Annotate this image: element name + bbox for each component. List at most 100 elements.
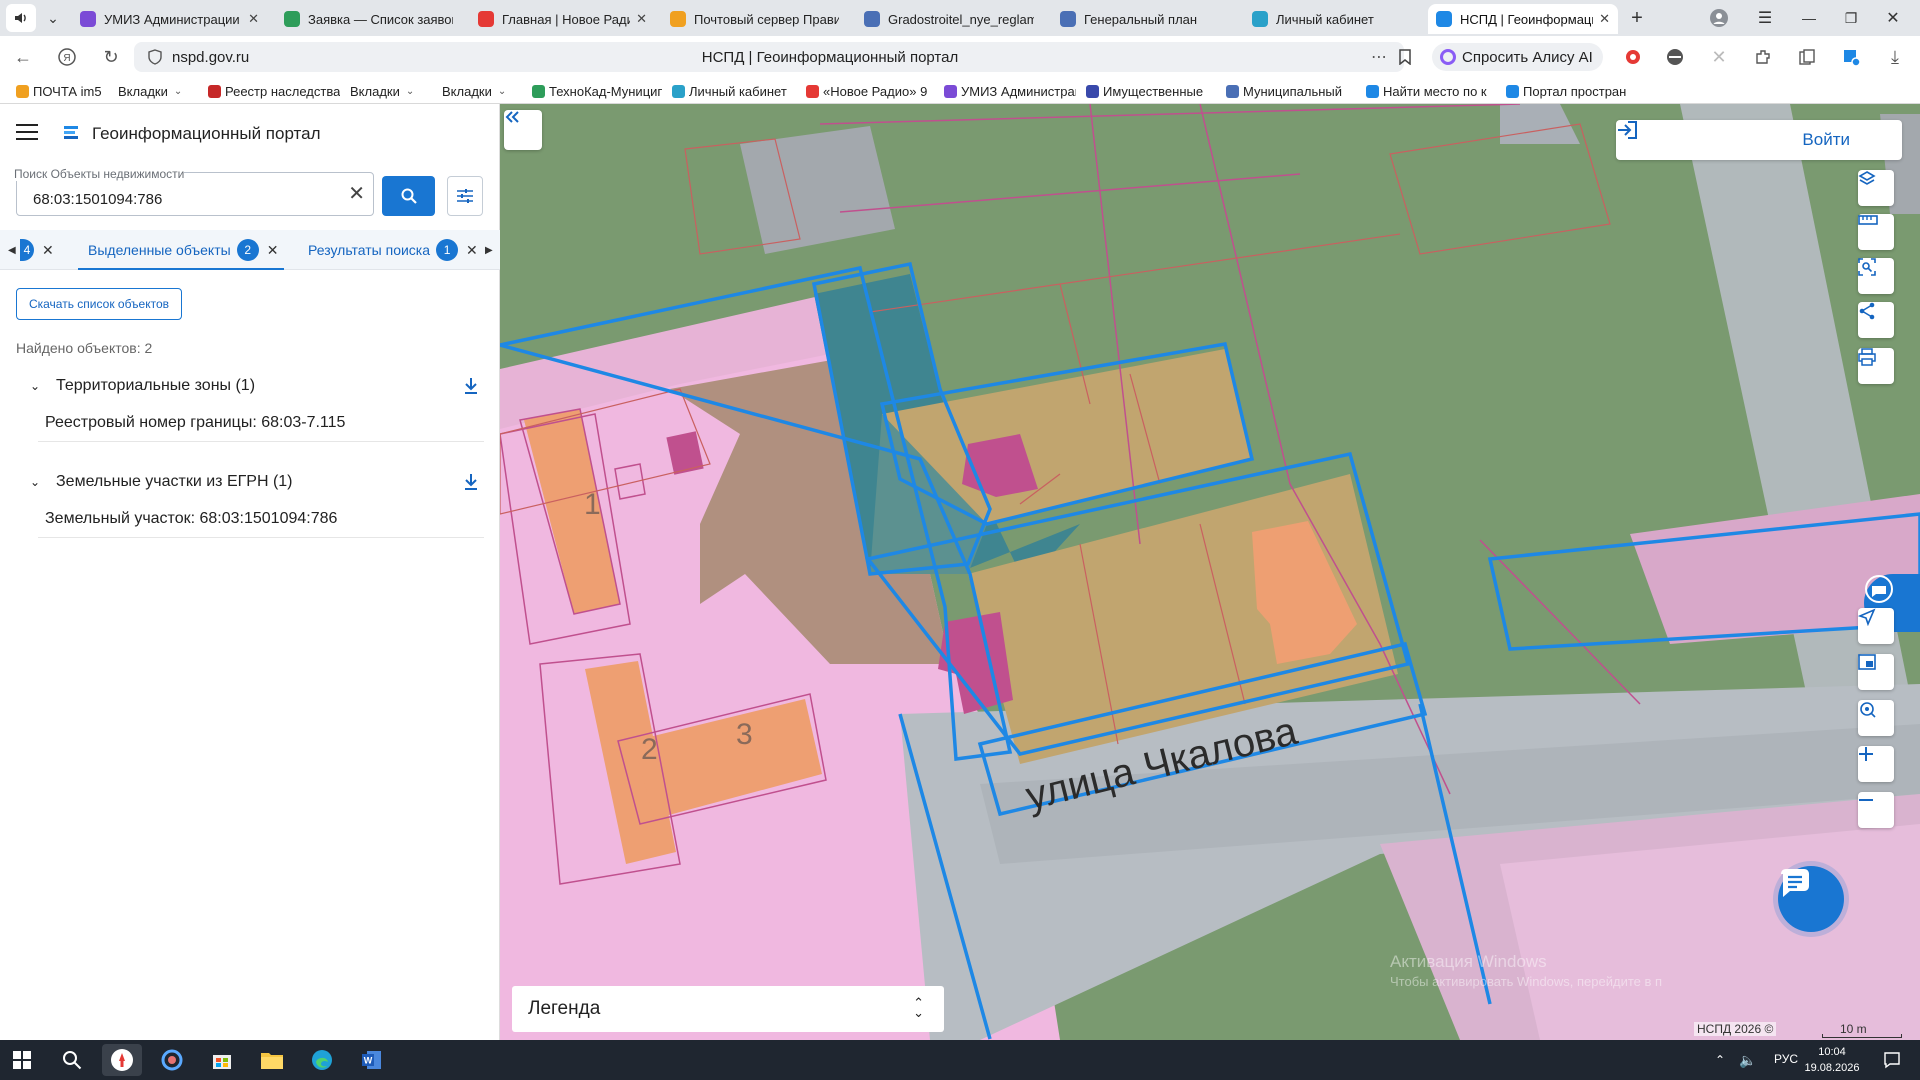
notifications-icon[interactable] [1872, 1044, 1912, 1076]
bookmark-item[interactable]: Личный кабинет [672, 82, 794, 100]
tab-selected-objects[interactable]: Выделенные объекты 2 ✕ [88, 230, 278, 270]
app-circle-icon[interactable] [152, 1044, 192, 1076]
close-window-icon[interactable]: ✕ [1880, 4, 1906, 32]
bookmark-item[interactable]: «Новое Радио» 9 [806, 82, 932, 100]
legend-panel[interactable]: Легенда ⌃ ⌄ [512, 986, 944, 1032]
ask-alice-button[interactable]: Спросить Алису AI [1432, 43, 1603, 71]
menu-icon[interactable] [16, 124, 38, 142]
tray-chevron-up-icon[interactable]: ⌃ [1710, 1044, 1730, 1076]
windows-start-icon[interactable] [2, 1044, 42, 1076]
extension-disabled-icon[interactable]: ✕ [1706, 44, 1732, 70]
speaker-icon[interactable] [6, 4, 36, 32]
browser-tab[interactable]: НСПД | Геоинформационный ✕ [1428, 4, 1618, 34]
minimize-icon[interactable]: — [1796, 4, 1822, 32]
bookmark-folder[interactable]: Вкладки ⌄ [118, 82, 198, 100]
bookmark-item[interactable]: ПОЧТА im5 [16, 82, 106, 100]
geo-search-button[interactable] [1858, 700, 1894, 736]
tab-search-results-badge: 1 [436, 239, 459, 261]
close-tab-icon[interactable]: ✕ [248, 11, 259, 27]
ruler-button[interactable] [1858, 214, 1894, 250]
group-land-plots[interactable]: ⌄ Земельные участки из ЕГРН (1) [30, 470, 480, 494]
list-item[interactable]: Реестровый номер границы: 68:03-7.115 [38, 404, 484, 442]
download-manager-icon[interactable] [1838, 44, 1864, 70]
tab-search-results[interactable]: Результаты поиска 1 ✕ [308, 230, 478, 270]
yandex-browser-icon[interactable] [102, 1044, 142, 1076]
volume-icon[interactable]: 🔈 [1736, 1044, 1760, 1076]
url-text[interactable]: nspd.gov.ru [172, 49, 249, 66]
browser-tab[interactable]: Генеральный план [1052, 4, 1237, 34]
group-territorial-zones[interactable]: ⌄ Территориальные зоны (1) [30, 374, 480, 398]
bookmark-item[interactable]: Муниципальный [1226, 82, 1354, 100]
browser-tab[interactable]: Личный кабинет [1244, 4, 1419, 34]
search-area-button[interactable] [1858, 258, 1894, 294]
edge-icon[interactable] [302, 1044, 342, 1076]
filter-button[interactable] [447, 176, 483, 216]
login-button[interactable]: Войти [1616, 120, 1902, 160]
extension-shield-icon[interactable] [1662, 44, 1688, 70]
close-tab-icon[interactable]: ✕ [42, 242, 54, 259]
expand-collapse-icon[interactable]: ⌃ ⌄ [913, 996, 924, 1019]
bookmark-folder[interactable]: Вкладки ⌄ [442, 82, 522, 100]
site-info-icon[interactable] [142, 44, 168, 70]
tab-list-chevron-icon[interactable]: ⌄ [42, 4, 64, 32]
yandex-icon[interactable]: Я [54, 44, 80, 70]
chevron-down-icon[interactable]: ⌄ [30, 475, 46, 489]
close-tab-icon[interactable]: ✕ [636, 11, 647, 27]
search-button[interactable] [382, 176, 435, 216]
clock[interactable]: 10:04 19.08.2026 [1782, 1044, 1882, 1076]
back-icon[interactable]: ← [10, 44, 36, 70]
bookmark-item[interactable]: ТехноКад-Муниципалитет [532, 82, 662, 100]
map-canvas[interactable]: 1 2 3 улица Чкалова Войти Легенда ⌃ ⌄ Ак… [500, 104, 1920, 1040]
download-icon[interactable] [462, 472, 480, 492]
bookmark-favicon-icon [1226, 84, 1239, 98]
browser-tab[interactable]: Главная | Новое Радио ✕ [470, 4, 655, 34]
list-item[interactable]: Земельный участок: 68:03:1501094:786 [38, 500, 484, 538]
browser-tab[interactable]: УМИЗ Администрации ✕ [72, 4, 267, 34]
profile-avatar[interactable] [1706, 4, 1732, 32]
store-icon[interactable] [202, 1044, 242, 1076]
chat-button[interactable] [1778, 866, 1844, 932]
print-button[interactable] [1858, 348, 1894, 384]
collections-icon[interactable] [1794, 44, 1820, 70]
download-icon[interactable] [462, 376, 480, 396]
download-list-button[interactable]: Скачать список объектов [16, 288, 182, 320]
bookmark-item[interactable]: Найти место по к [1366, 82, 1494, 100]
tabs-scroll-left-icon[interactable]: ◀ [8, 230, 16, 270]
bookmark-item[interactable]: Реестр наследства [208, 82, 340, 100]
zoom-out-button[interactable] [1858, 792, 1894, 828]
search-icon[interactable] [52, 1044, 92, 1076]
chevron-down-icon[interactable]: ⌄ [30, 379, 46, 393]
clear-search-icon[interactable]: ✕ [348, 184, 365, 204]
bookmark-folder[interactable]: Вкладки ⌄ [350, 82, 430, 100]
search-input-value[interactable]: 68:03:1501094:786 [33, 191, 162, 208]
share-button[interactable] [1858, 302, 1894, 338]
browser-tab[interactable]: Gradostroitel_nye_reglamenty [856, 4, 1042, 34]
bookmark-item[interactable]: УМИЗ Администрации [944, 82, 1076, 100]
bookmark-item[interactable]: Имущественные [1086, 82, 1214, 100]
layers-button[interactable] [1858, 170, 1894, 206]
browser-tab[interactable]: Заявка — Список заявок [276, 4, 461, 34]
extension-rocket-icon[interactable] [1620, 44, 1646, 70]
minimap-button[interactable] [1858, 654, 1894, 690]
bookmark-item[interactable]: Портал простран [1506, 82, 1636, 100]
tab-previous[interactable]: 4 ✕ [20, 230, 54, 270]
word-icon[interactable]: W [352, 1044, 392, 1076]
locate-button[interactable] [1858, 608, 1894, 644]
tabs-scroll-right-icon[interactable]: ▶ [485, 230, 493, 270]
new-tab-button[interactable]: + [1624, 4, 1650, 32]
page-title: НСПД | Геоинформационный портал [701, 49, 959, 66]
downloads-icon[interactable]: ⤓ [1882, 44, 1908, 70]
bookmark-icon[interactable] [1392, 44, 1418, 70]
browser-menu-icon[interactable]: ☰ [1752, 4, 1778, 32]
close-tab-icon[interactable]: ✕ [466, 242, 478, 259]
close-tab-icon[interactable]: ✕ [1599, 11, 1610, 27]
more-icon[interactable]: ⋯ [1366, 44, 1392, 70]
zoom-in-button[interactable] [1858, 746, 1894, 782]
file-explorer-icon[interactable] [252, 1044, 292, 1076]
close-tab-icon[interactable]: ✕ [267, 242, 279, 259]
collapse-panel-button[interactable] [504, 110, 542, 150]
browser-tab[interactable]: Почтовый сервер Правительства [662, 4, 847, 34]
restore-icon[interactable]: ❐ [1838, 4, 1864, 32]
extensions-icon[interactable] [1750, 44, 1776, 70]
reload-icon[interactable]: ↻ [98, 44, 124, 70]
